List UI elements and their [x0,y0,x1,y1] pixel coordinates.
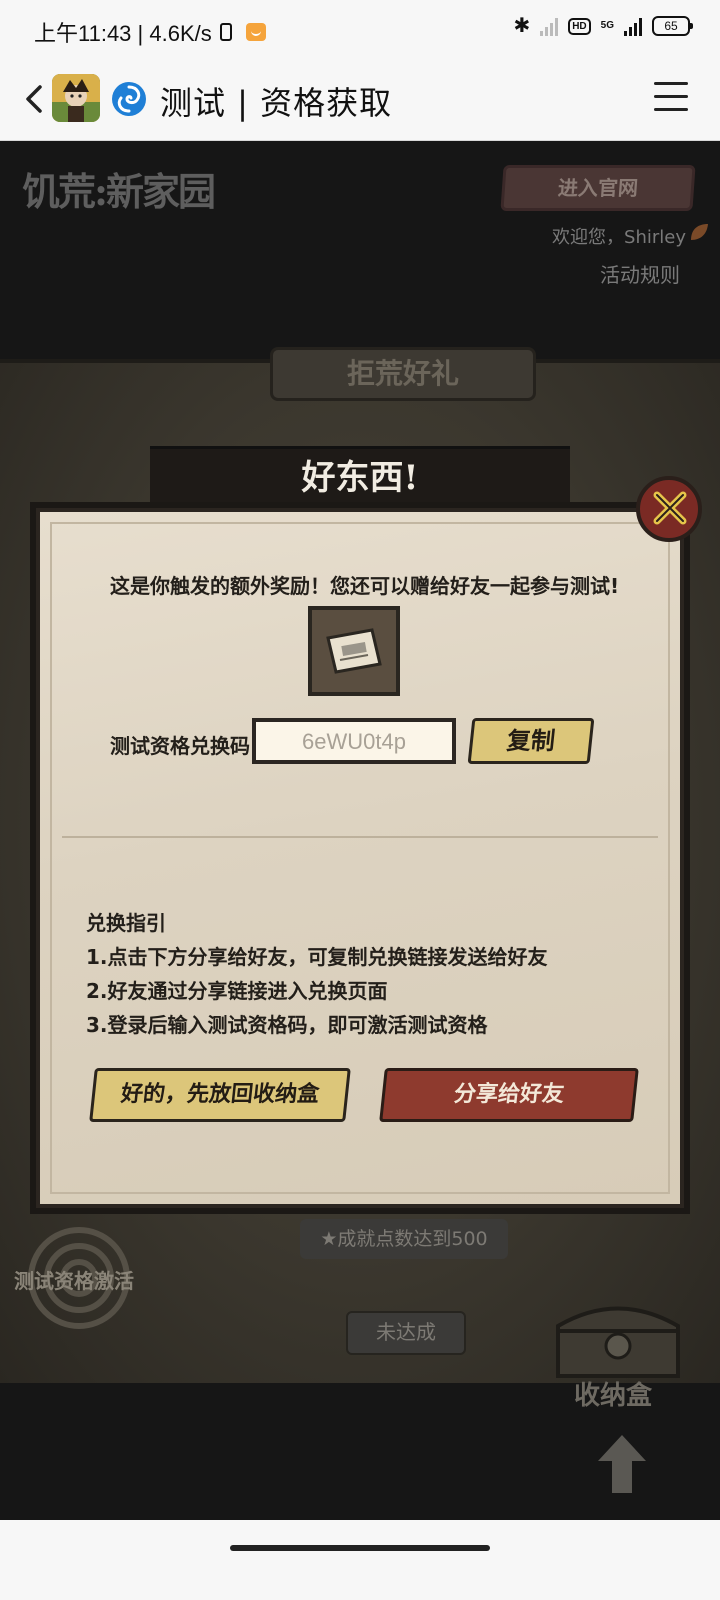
copy-button[interactable]: 复制 [467,718,595,764]
activate-label[interactable]: 测试资格激活 [14,1265,134,1294]
swirl-logo-icon [112,82,146,116]
5g-icon: 5G [600,20,614,31]
ok-store-button[interactable]: 好的，先放回收纳盒 [89,1068,351,1122]
activity-rules-link[interactable]: 活动规则 [600,259,680,288]
divider [62,836,658,838]
bottom-bar [0,1520,720,1600]
modal-description: 这是你触发的额外奖励！您还可以赠给好友一起参与测试! [110,574,620,598]
code-field[interactable]: 6eWU0t4p [252,718,456,764]
chest-icon[interactable] [548,1291,688,1381]
chest-label: 收纳盒 [574,1381,653,1411]
scroll-top-icon[interactable] [594,1431,650,1497]
leaf-icon [691,224,708,240]
close-button[interactable] [636,476,702,542]
vibrate-icon [219,23,232,41]
status-bar: 上午11:43 | 4.6K/s ✱ HD 5G 65 [0,0,720,60]
redeem-guide: 兑换指引 1.点击下方分享给好友，可复制兑换链接发送给好友 2.好友通过分享链接… [86,906,548,1042]
signal-2-icon [624,16,642,36]
game-avatar-icon [52,74,100,122]
not-done-button[interactable]: 未达成 [346,1311,466,1355]
share-button[interactable]: 分享给好友 [379,1068,639,1122]
hd-icon: HD [568,17,591,35]
nav-bar: 测试 | 资格获取 [0,60,720,141]
signal-1-icon [540,16,559,36]
modal-title: 好东西! [301,458,419,498]
reward-item-frame [308,606,400,696]
close-icon [653,491,687,525]
achievement-badge: ★成就点数达到500 [300,1219,508,1259]
code-label: 测试资格兑换码 [110,734,250,758]
home-indicator[interactable] [230,1545,490,1551]
guide-heading: 兑换指引 [86,911,166,935]
menu-icon[interactable] [654,82,688,112]
welcome-text: 欢迎您，Shirley [552,227,686,248]
official-site-button[interactable]: 进入官网 [500,165,696,211]
time-speed: 上午11:43 | 4.6K/s [34,21,212,46]
bluetooth-icon: ✱ [513,15,531,37]
guide-step-2: 2.好友通过分享链接进入兑换页面 [86,979,388,1003]
ticket-icon [326,628,382,674]
game-logo: 饥荒:新家园 [22,169,216,214]
back-arrow-icon[interactable] [24,84,44,114]
board-title: 拒荒好礼 [270,347,536,401]
guide-step-3: 3.登录后输入测试资格码，即可激活测试资格 [86,1013,488,1037]
guide-step-1: 1.点击下方分享给好友，可复制兑换链接发送给好友 [86,945,548,969]
page-title: 测试 | 资格获取 [160,84,393,122]
app-notification-icon [245,23,266,41]
battery-icon: 65 [652,16,693,36]
